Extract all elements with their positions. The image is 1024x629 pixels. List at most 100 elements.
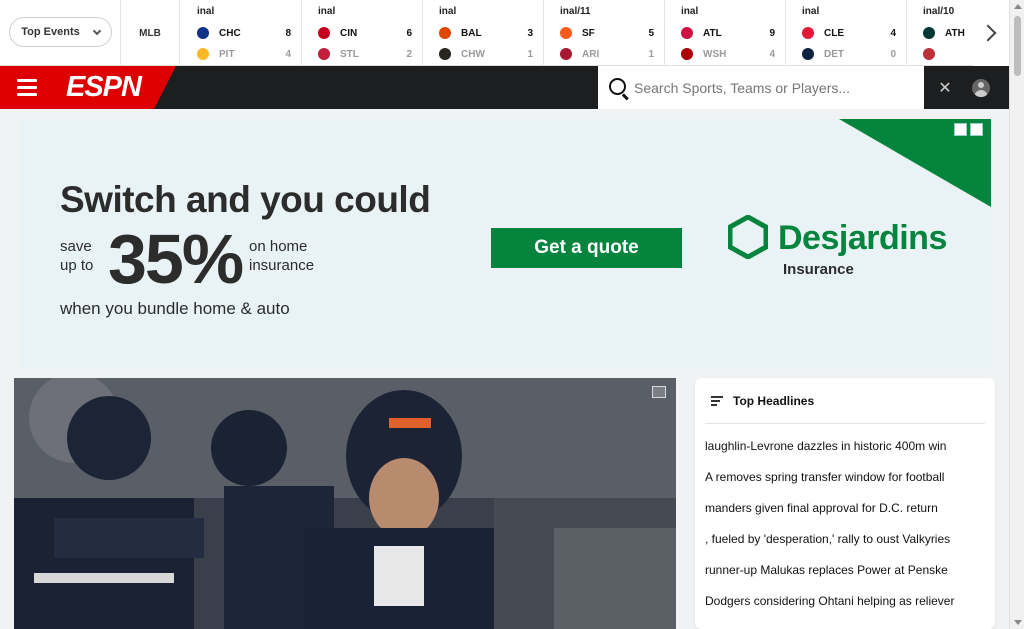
league-label-mlb[interactable]: MLB bbox=[120, 0, 180, 66]
team-abbr: BAL bbox=[461, 27, 482, 39]
game-card[interactable]: inal ATL 9 WSH 4 bbox=[665, 0, 786, 66]
team-abbr: ATH bbox=[945, 27, 965, 39]
top-headlines-title: Top Headlines bbox=[733, 394, 815, 408]
team-abbr: STL bbox=[340, 48, 359, 60]
team-abbr: SF bbox=[582, 27, 595, 39]
search-input[interactable] bbox=[634, 79, 914, 96]
page-scrollbar[interactable] bbox=[1009, 0, 1024, 629]
game-card[interactable]: inal/11 SF 5 ARI 1 bbox=[544, 0, 665, 66]
team-score: 1 bbox=[648, 48, 654, 60]
scroll-thumb[interactable] bbox=[1014, 16, 1021, 76]
team-logo-icon bbox=[197, 48, 209, 60]
game-status: inal bbox=[439, 6, 457, 17]
game-status: inal/11 bbox=[560, 6, 591, 17]
team-row: PIT 4 bbox=[197, 46, 291, 62]
search-bar bbox=[598, 66, 924, 109]
scoreboard-next-button[interactable] bbox=[973, 0, 1009, 66]
team-row: ATL 9 bbox=[681, 25, 775, 41]
headline-link[interactable]: A removes spring transfer window for foo… bbox=[705, 464, 985, 490]
team-logo-icon bbox=[318, 27, 330, 39]
site-header: ESPN ✕ bbox=[0, 66, 1009, 109]
team-logo-icon bbox=[681, 48, 693, 60]
team-logo-icon bbox=[439, 27, 451, 39]
team-logo-icon bbox=[318, 48, 330, 60]
get-quote-button[interactable]: Get a quote bbox=[491, 228, 682, 268]
team-abbr: CIN bbox=[340, 27, 358, 39]
ad-on-home-text: on home insurance bbox=[249, 238, 315, 274]
game-card[interactable]: inal CLE 4 DET 0 bbox=[786, 0, 907, 66]
ad-headline: Switch and you could bbox=[60, 179, 431, 220]
ad-brand-sub: Insurance bbox=[783, 261, 854, 278]
top-events-dropdown[interactable]: Top Events bbox=[9, 17, 112, 47]
team-row: BAL 3 bbox=[439, 25, 533, 41]
headline-link[interactable]: , fueled by 'desperation,' rally to oust… bbox=[705, 526, 985, 552]
search-icon[interactable] bbox=[598, 66, 634, 109]
team-score: 4 bbox=[890, 27, 896, 39]
team-abbr: CLE bbox=[824, 27, 844, 39]
chevron-down-icon bbox=[92, 26, 101, 35]
team-row: STL 2 bbox=[318, 46, 412, 62]
game-card[interactable]: inal BAL 3 CHW 1 bbox=[423, 0, 544, 66]
league-name: MLB bbox=[139, 27, 161, 39]
game-status: inal/10 bbox=[923, 6, 955, 17]
ad-footer-text: when you bundle home & auto bbox=[60, 299, 290, 318]
espn-logo[interactable]: ESPN bbox=[66, 71, 142, 104]
game-card[interactable]: inal CIN 6 STL 2 bbox=[302, 0, 423, 66]
team-row: CHW 1 bbox=[439, 46, 533, 62]
team-logo-icon bbox=[802, 27, 814, 39]
game-status: inal bbox=[318, 6, 336, 17]
game-card[interactable]: inal CHC 8 PIT 4 bbox=[181, 0, 302, 66]
advertisement-banner[interactable]: Switch and you could save up to 35% on ho… bbox=[20, 119, 991, 369]
list-icon bbox=[711, 396, 723, 406]
team-abbr: ARI bbox=[582, 48, 600, 60]
ad-brand-name: Desjardins bbox=[778, 219, 947, 257]
image-icon bbox=[652, 386, 666, 398]
game-status: inal bbox=[802, 6, 820, 17]
team-logo-icon bbox=[439, 48, 451, 60]
top-events-label: Top Events bbox=[21, 26, 80, 38]
team-score: 2 bbox=[406, 48, 412, 60]
team-row: DET 0 bbox=[802, 46, 896, 62]
ad-save-text: save up to bbox=[60, 238, 94, 274]
scroll-down-icon[interactable] bbox=[1014, 620, 1022, 625]
profile-button[interactable] bbox=[970, 66, 992, 109]
divider bbox=[705, 423, 985, 424]
team-abbr: CHC bbox=[219, 27, 241, 39]
top-headlines-header: Top Headlines bbox=[711, 394, 814, 408]
scoreboard-strip: Top Events MLB inal CHC 8 PIT 4 inal CIN 6 … bbox=[0, 0, 1009, 66]
close-icon[interactable]: ✕ bbox=[934, 66, 956, 109]
team-abbr: PIT bbox=[219, 48, 235, 60]
team-abbr: CHW bbox=[461, 48, 485, 60]
team-score: 9 bbox=[769, 27, 775, 39]
headline-link[interactable]: manders given final approval for D.C. re… bbox=[705, 495, 985, 521]
hero-story-image[interactable] bbox=[14, 378, 676, 629]
team-row: CLE 4 bbox=[802, 25, 896, 41]
headline-link[interactable]: Dodgers considering Ohtani helping as re… bbox=[705, 588, 985, 614]
team-score: 5 bbox=[648, 27, 654, 39]
headline-link[interactable]: runner-up Malukas replaces Power at Pens… bbox=[705, 557, 985, 583]
team-row: CHC 8 bbox=[197, 25, 291, 41]
team-row bbox=[923, 46, 966, 62]
team-logo-icon bbox=[560, 48, 572, 60]
team-row: SF 5 bbox=[560, 25, 654, 41]
team-score: 3 bbox=[527, 27, 533, 39]
headline-link[interactable]: laughlin-Levrone dazzles in historic 400… bbox=[705, 433, 985, 459]
team-score: 4 bbox=[285, 48, 291, 60]
scroll-up-icon[interactable] bbox=[1014, 4, 1022, 9]
team-score: 0 bbox=[890, 48, 896, 60]
team-row: ARI 1 bbox=[560, 46, 654, 62]
game-card[interactable]: inal/10 ATH bbox=[907, 0, 977, 66]
team-row: CIN 6 bbox=[318, 25, 412, 41]
menu-button[interactable] bbox=[0, 66, 54, 109]
team-score: 1 bbox=[527, 48, 533, 60]
hero-photo bbox=[14, 378, 676, 629]
user-icon bbox=[972, 78, 990, 97]
team-row: WSH 4 bbox=[681, 46, 775, 62]
game-status: inal bbox=[197, 6, 215, 17]
adchoices-icon[interactable] bbox=[954, 123, 983, 136]
team-abbr: DET bbox=[824, 48, 844, 60]
team-logo-icon bbox=[681, 27, 693, 39]
team-abbr: ATL bbox=[703, 27, 722, 39]
team-score: 6 bbox=[406, 27, 412, 39]
team-logo-icon bbox=[923, 27, 935, 39]
